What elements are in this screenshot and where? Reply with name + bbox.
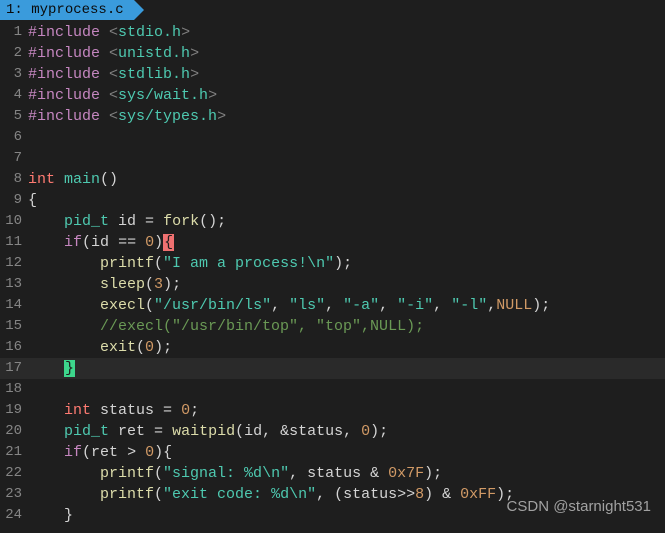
line-number: 2 [0, 43, 28, 64]
code-line: 21 if(ret > 0){ [0, 442, 665, 463]
line-number: 3 [0, 64, 28, 85]
line-number: 8 [0, 169, 28, 190]
line-number: 16 [0, 337, 28, 358]
line-number: 4 [0, 85, 28, 106]
line-number: 21 [0, 442, 28, 463]
line-number: 1 [0, 22, 28, 43]
line-number: 20 [0, 421, 28, 442]
line-number: 19 [0, 400, 28, 421]
line-number: 11 [0, 232, 28, 253]
code-line: 5#include <sys/types.h> [0, 106, 665, 127]
line-number: 17 [0, 358, 28, 379]
line-number: 6 [0, 127, 28, 148]
code-line: 1#include <stdio.h> [0, 22, 665, 43]
code-line: 22 printf("signal: %d\n", status & 0x7F)… [0, 463, 665, 484]
code-line: 3#include <stdlib.h> [0, 64, 665, 85]
line-number: 10 [0, 211, 28, 232]
line-number: 18 [0, 379, 28, 400]
code-line: 7 [0, 148, 665, 169]
line-number: 15 [0, 316, 28, 337]
line-number: 24 [0, 505, 28, 526]
code-line: 6 [0, 127, 665, 148]
tab-filename: myprocess.c [31, 2, 123, 18]
code-line: 9{ [0, 190, 665, 211]
tab-bar: 1: myprocess.c [0, 0, 665, 22]
code-line: 16 exit(0); [0, 337, 665, 358]
line-number: 22 [0, 463, 28, 484]
code-line: 2#include <unistd.h> [0, 43, 665, 64]
code-line: 4#include <sys/wait.h> [0, 85, 665, 106]
code-line: 8int main() [0, 169, 665, 190]
code-line: 15 //execl("/usr/bin/top", "top",NULL); [0, 316, 665, 337]
tab-file[interactable]: 1: myprocess.c [0, 0, 134, 20]
line-number: 12 [0, 253, 28, 274]
tab-index: 1: [6, 2, 23, 18]
line-number: 5 [0, 106, 28, 127]
line-number: 7 [0, 148, 28, 169]
line-number: 23 [0, 484, 28, 505]
watermark: CSDN @starnight531 [507, 498, 651, 515]
code-line-current: 17 } [0, 358, 665, 379]
code-line: 10 pid_t id = fork(); [0, 211, 665, 232]
matching-brace-open: { [163, 234, 174, 251]
line-number: 9 [0, 190, 28, 211]
matching-brace-close: } [64, 360, 75, 377]
line-number: 14 [0, 295, 28, 316]
code-line: 13 sleep(3); [0, 274, 665, 295]
code-line: 19 int status = 0; [0, 400, 665, 421]
code-line: 18 [0, 379, 665, 400]
code-line: 20 pid_t ret = waitpid(id, &status, 0); [0, 421, 665, 442]
code-line: 11 if(id == 0){ [0, 232, 665, 253]
line-number: 13 [0, 274, 28, 295]
code-editor[interactable]: 1#include <stdio.h> 2#include <unistd.h>… [0, 22, 665, 526]
code-line: 14 execl("/usr/bin/ls", "ls", "-a", "-i"… [0, 295, 665, 316]
code-line: 12 printf("I am a process!\n"); [0, 253, 665, 274]
